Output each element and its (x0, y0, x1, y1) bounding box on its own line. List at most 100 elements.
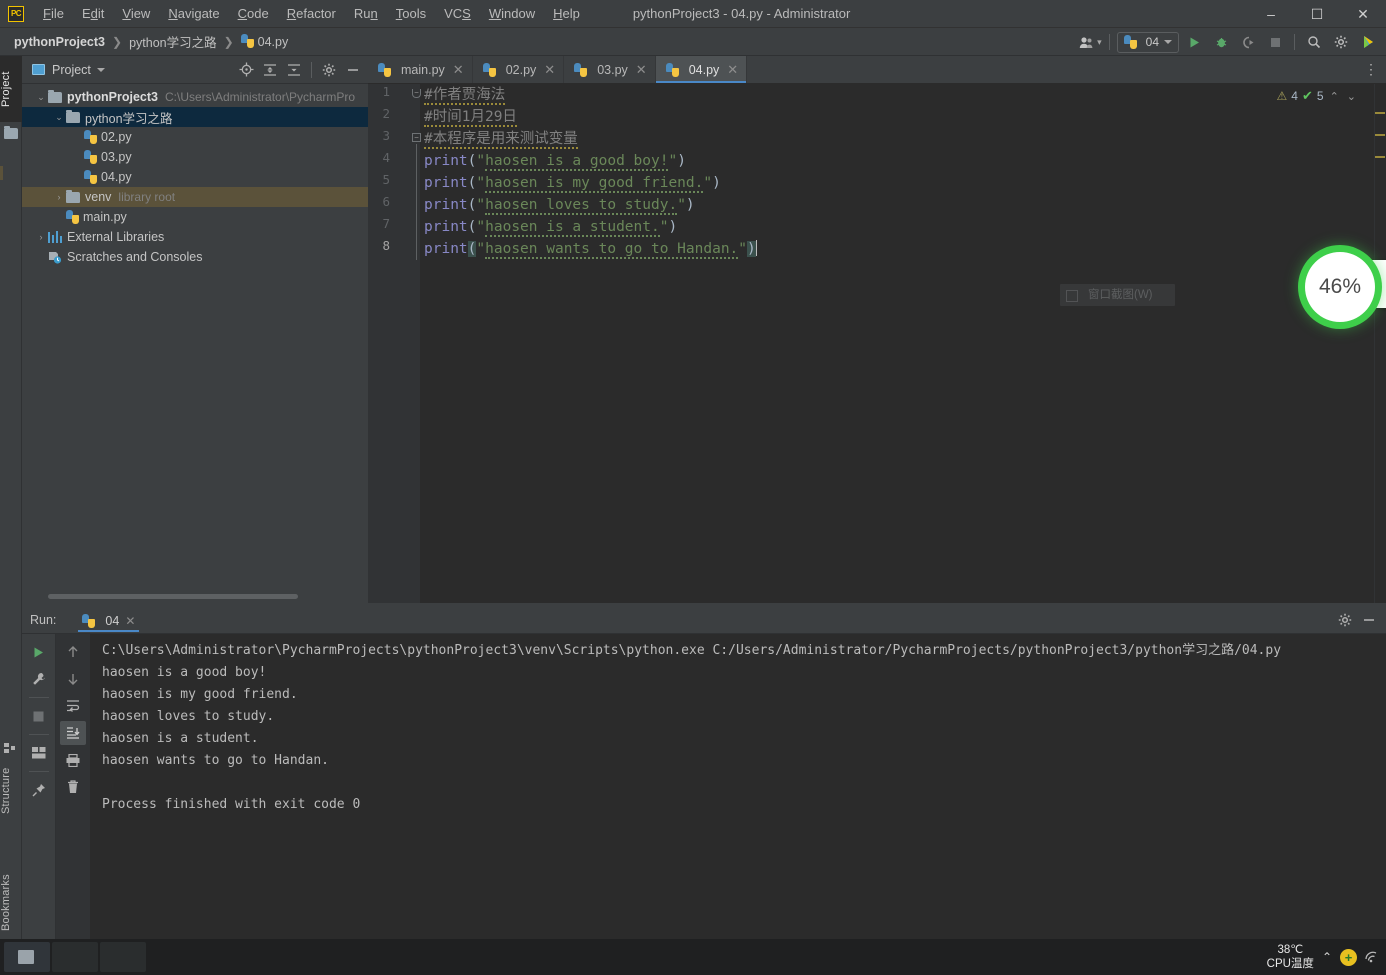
code-line-6: print("haosen loves to study.") (424, 197, 695, 215)
marker[interactable] (1375, 112, 1385, 114)
inspection-widget[interactable]: ⚠ 4 ✔ 5 ⌃ ⌄ (1277, 88, 1358, 104)
chevron-right-icon[interactable]: › (34, 232, 48, 242)
menu-refactor[interactable]: Refactor (278, 2, 345, 26)
network-icon[interactable] (1365, 949, 1380, 966)
taskbar-items (4, 939, 146, 975)
clear-all-icon[interactable] (60, 775, 86, 799)
list-item[interactable]: 04.py (22, 167, 368, 187)
menu-help[interactable]: Help (544, 2, 589, 26)
up-icon[interactable] (60, 640, 86, 664)
hide-panel-icon[interactable] (1358, 609, 1380, 631)
menu-run[interactable]: Run (345, 2, 387, 26)
tray-expand-icon[interactable]: ⌃ (1322, 950, 1332, 964)
chevron-up-icon[interactable]: ⌃ (1328, 90, 1341, 103)
chevron-right-icon[interactable]: › (52, 192, 66, 202)
editor-marker-bar[interactable] (1374, 84, 1386, 603)
code-line-1: #作者贾海法 (424, 84, 506, 106)
code-lines[interactable]: #作者贾海法 #时间1月29日 #本程序是用来测试变量 print("haose… (420, 84, 1386, 603)
close-icon[interactable]: ✕ (125, 614, 135, 628)
collapse-all-icon[interactable] (283, 59, 305, 81)
system-tray: 38℃ CPU温度 ⌃ + (1267, 939, 1380, 975)
pin-icon[interactable] (26, 778, 52, 802)
debug-button[interactable] (1209, 31, 1233, 53)
python-config-icon (1123, 35, 1137, 49)
chevron-down-icon[interactable]: ⌄ (52, 112, 66, 123)
gear-icon[interactable] (1334, 609, 1356, 631)
list-item[interactable]: › venv library root (22, 187, 368, 207)
cpu-temp-indicator[interactable]: 38℃ CPU温度 (1267, 943, 1314, 971)
console-line: haosen is a good boy! (102, 665, 267, 680)
run-button[interactable] (1182, 31, 1206, 53)
user-group-icon[interactable] (1074, 31, 1098, 53)
breadcrumb-folder[interactable]: python学习之路 (125, 30, 221, 53)
menu-navigate[interactable]: Navigate (159, 2, 228, 26)
menu-edit[interactable]: Edit (73, 2, 113, 26)
marker[interactable] (1375, 156, 1385, 158)
list-item[interactable]: 03.py (22, 147, 368, 167)
chevron-down-icon[interactable]: ⌄ (34, 92, 48, 103)
user-dropdown-caret-icon[interactable]: ▾ (1097, 37, 1102, 48)
list-item[interactable]: Scratches and Consoles (22, 247, 368, 267)
list-item[interactable]: 02.py (22, 127, 368, 147)
scroll-to-end-icon[interactable] (60, 721, 86, 745)
menu-vcs[interactable]: VCS (435, 2, 480, 26)
security-shield-icon[interactable]: + (1340, 948, 1357, 966)
tab-03-py[interactable]: 03.py ✕ (564, 56, 656, 83)
stop-icon[interactable] (26, 704, 52, 728)
menu-tools[interactable]: Tools (387, 2, 435, 26)
list-item[interactable]: ⌄ pythonProject3 C:\Users\Administrator\… (22, 87, 368, 107)
sidebar-item-structure[interactable]: Structure (0, 757, 22, 825)
menu-file[interactable]: File (34, 2, 73, 26)
project-horizontal-scrollbar[interactable] (48, 594, 298, 599)
list-item[interactable]: › External Libraries (22, 227, 368, 247)
tab-04-py[interactable]: 04.py ✕ (655, 56, 748, 83)
close-button[interactable]: ✕ (1340, 0, 1386, 28)
breadcrumb-file[interactable]: 04.py (237, 32, 293, 51)
tab-main-py[interactable]: main.py ✕ (368, 56, 473, 83)
main-menu: File Edit View Navigate Code Refactor Ru… (34, 2, 589, 26)
gear-icon[interactable] (318, 59, 340, 81)
marker[interactable] (1375, 134, 1385, 136)
run-tab-04[interactable]: 04 ✕ (74, 610, 143, 632)
editor-options-icon[interactable]: ⋮ (1356, 56, 1386, 83)
taskbar-item-pycharm[interactable] (4, 942, 50, 972)
run-with-coverage-button[interactable] (1236, 31, 1260, 53)
rerun-icon[interactable] (26, 640, 52, 664)
menu-code[interactable]: Code (229, 2, 278, 26)
taskbar-item[interactable] (100, 942, 146, 972)
menu-window[interactable]: Window (480, 2, 544, 26)
console-output[interactable]: C:\Users\Administrator\PycharmProjects\p… (90, 634, 1386, 939)
python-file-icon (84, 170, 97, 184)
minimize-button[interactable]: – (1248, 0, 1294, 28)
sidebar-item-project[interactable]: Project (0, 56, 22, 122)
hide-panel-icon[interactable] (342, 59, 364, 81)
soft-wrap-icon[interactable] (60, 694, 86, 718)
layout-icon[interactable] (26, 741, 52, 765)
close-icon[interactable]: ✕ (636, 62, 647, 78)
print-icon[interactable] (60, 748, 86, 772)
tab-02-py[interactable]: 02.py ✕ (473, 56, 565, 83)
breadcrumb-project[interactable]: pythonProject3 (10, 33, 109, 51)
stop-button[interactable] (1263, 31, 1287, 53)
locate-icon[interactable] (235, 59, 257, 81)
code-editor[interactable]: 1 2 3 4 5 6 7 8 − − #作者贾海法 #时间1月29日 #本程序… (368, 84, 1386, 603)
list-item[interactable]: main.py (22, 207, 368, 227)
search-icon[interactable] (1302, 31, 1326, 53)
close-icon[interactable]: ✕ (453, 62, 464, 78)
maximize-button[interactable]: ☐ (1294, 0, 1340, 28)
down-icon[interactable] (60, 667, 86, 691)
list-item[interactable]: ⌄ python学习之路 (22, 107, 368, 127)
chevron-down-icon[interactable]: ⌄ (1345, 90, 1358, 103)
close-icon[interactable]: ✕ (544, 62, 555, 78)
ide-features-icon[interactable] (1356, 31, 1380, 53)
progress-ring[interactable]: 46% (1305, 252, 1375, 322)
wrench-icon[interactable] (26, 667, 52, 691)
sidebar-item-bookmarks[interactable]: Bookmarks (0, 866, 22, 940)
menu-view[interactable]: View (113, 2, 159, 26)
gear-icon[interactable] (1329, 31, 1353, 53)
taskbar-item[interactable] (52, 942, 98, 972)
close-icon[interactable]: ✕ (727, 62, 738, 78)
run-configuration-selector[interactable]: 04 (1116, 31, 1179, 53)
expand-all-icon[interactable] (259, 59, 281, 81)
chevron-down-icon[interactable] (96, 67, 105, 72)
